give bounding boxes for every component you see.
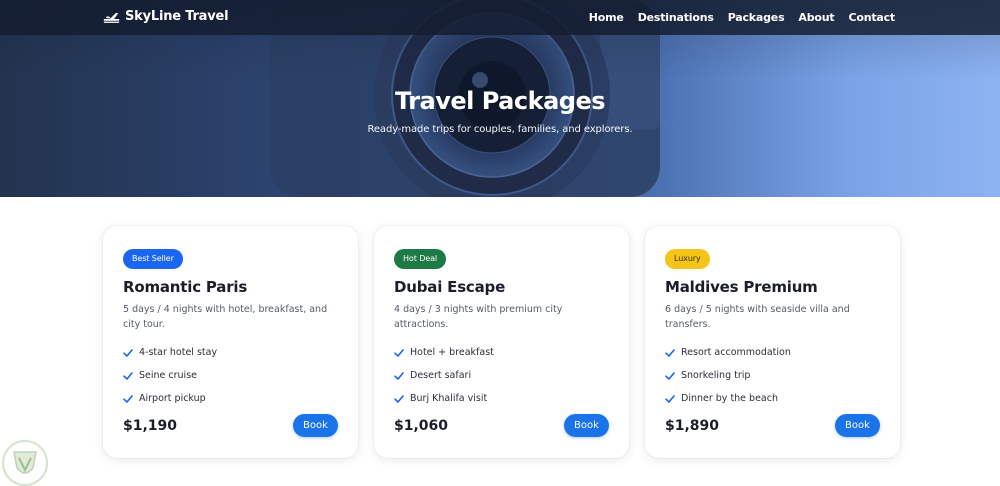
shield-logo-icon bbox=[2, 440, 48, 486]
package-features: Resort accommodation Snorkeling trip Din… bbox=[665, 341, 880, 410]
package-features: 4-star hotel stay Seine cruise Airport p… bbox=[123, 341, 338, 410]
feature-item: Desert safari bbox=[394, 364, 609, 387]
check-icon bbox=[394, 394, 404, 403]
check-icon bbox=[394, 348, 404, 357]
check-icon bbox=[665, 394, 675, 403]
package-title: Maldives Premium bbox=[665, 278, 818, 296]
package-features: Hotel + breakfast Desert safari Burj Kha… bbox=[394, 341, 609, 410]
feature-item: Resort accommodation bbox=[665, 341, 880, 364]
feature-label: Burj Khalifa visit bbox=[410, 393, 488, 404]
package-card-maldives: Luxury Maldives Premium 6 days / 5 night… bbox=[645, 226, 900, 458]
check-icon bbox=[123, 371, 133, 380]
package-card-dubai: Hot Deal Dubai Escape 4 days / 3 nights … bbox=[374, 226, 629, 458]
feature-label: Seine cruise bbox=[139, 370, 197, 381]
feature-item: Airport pickup bbox=[123, 387, 338, 410]
brand-name: SkyLine Travel bbox=[125, 9, 229, 24]
check-icon bbox=[123, 348, 133, 357]
feature-item: Snorkeling trip bbox=[665, 364, 880, 387]
package-title: Romantic Paris bbox=[123, 278, 248, 296]
nav-link-contact[interactable]: Contact bbox=[848, 11, 895, 24]
package-card-paris: Best Seller Romantic Paris 5 days / 4 ni… bbox=[103, 226, 358, 458]
book-button[interactable]: Book bbox=[564, 414, 609, 437]
nav-link-packages[interactable]: Packages bbox=[728, 11, 785, 24]
feature-label: Hotel + breakfast bbox=[410, 347, 494, 358]
check-icon bbox=[394, 371, 404, 380]
nav-links: Home Destinations Packages About Contact bbox=[589, 11, 895, 24]
nav-link-destinations[interactable]: Destinations bbox=[638, 11, 714, 24]
nav-link-home[interactable]: Home bbox=[589, 11, 624, 24]
package-price: $1,890 bbox=[665, 417, 720, 434]
feature-label: Snorkeling trip bbox=[681, 370, 751, 381]
package-badge: Hot Deal bbox=[394, 249, 446, 269]
package-footer: $1,190 Book bbox=[123, 414, 338, 437]
navbar: SkyLine Travel Home Destinations Package… bbox=[0, 0, 1000, 35]
book-button[interactable]: Book bbox=[293, 414, 338, 437]
package-badge: Best Seller bbox=[123, 249, 183, 269]
feature-label: Dinner by the beach bbox=[681, 393, 778, 404]
feature-item: Dinner by the beach bbox=[665, 387, 880, 410]
package-description: 6 days / 5 nights with seaside villa and… bbox=[665, 304, 850, 330]
feature-label: Desert safari bbox=[410, 370, 472, 381]
airplane-icon bbox=[103, 13, 120, 23]
package-price: $1,060 bbox=[394, 417, 449, 434]
package-description: 5 days / 4 nights with hotel, breakfast,… bbox=[123, 304, 328, 330]
nav-link-about[interactable]: About bbox=[798, 11, 834, 24]
package-footer: $1,060 Book bbox=[394, 414, 609, 437]
package-title: Dubai Escape bbox=[394, 278, 506, 296]
page-title: Travel Packages bbox=[394, 87, 606, 115]
package-footer: $1,890 Book bbox=[665, 414, 880, 437]
package-description: 4 days / 3 nights with premium city attr… bbox=[394, 304, 563, 330]
feature-label: 4-star hotel stay bbox=[139, 347, 218, 358]
package-price: $1,190 bbox=[123, 417, 178, 434]
check-icon bbox=[123, 394, 133, 403]
feature-label: Airport pickup bbox=[139, 393, 206, 404]
feature-item: Hotel + breakfast bbox=[394, 341, 609, 364]
brand-logo[interactable]: SkyLine Travel bbox=[103, 9, 229, 24]
feature-item: 4-star hotel stay bbox=[123, 341, 338, 364]
package-cards: Best Seller Romantic Paris 5 days / 4 ni… bbox=[103, 226, 900, 458]
package-badge: Luxury bbox=[665, 249, 710, 269]
book-button[interactable]: Book bbox=[835, 414, 880, 437]
hero-banner: SkyLine Travel Home Destinations Package… bbox=[0, 0, 1000, 197]
page-subtitle: Ready-made trips for couples, families, … bbox=[367, 124, 633, 135]
feature-label: Resort accommodation bbox=[681, 347, 791, 358]
feature-item: Burj Khalifa visit bbox=[394, 387, 609, 410]
check-icon bbox=[665, 348, 675, 357]
check-icon bbox=[665, 371, 675, 380]
feature-item: Seine cruise bbox=[123, 364, 338, 387]
